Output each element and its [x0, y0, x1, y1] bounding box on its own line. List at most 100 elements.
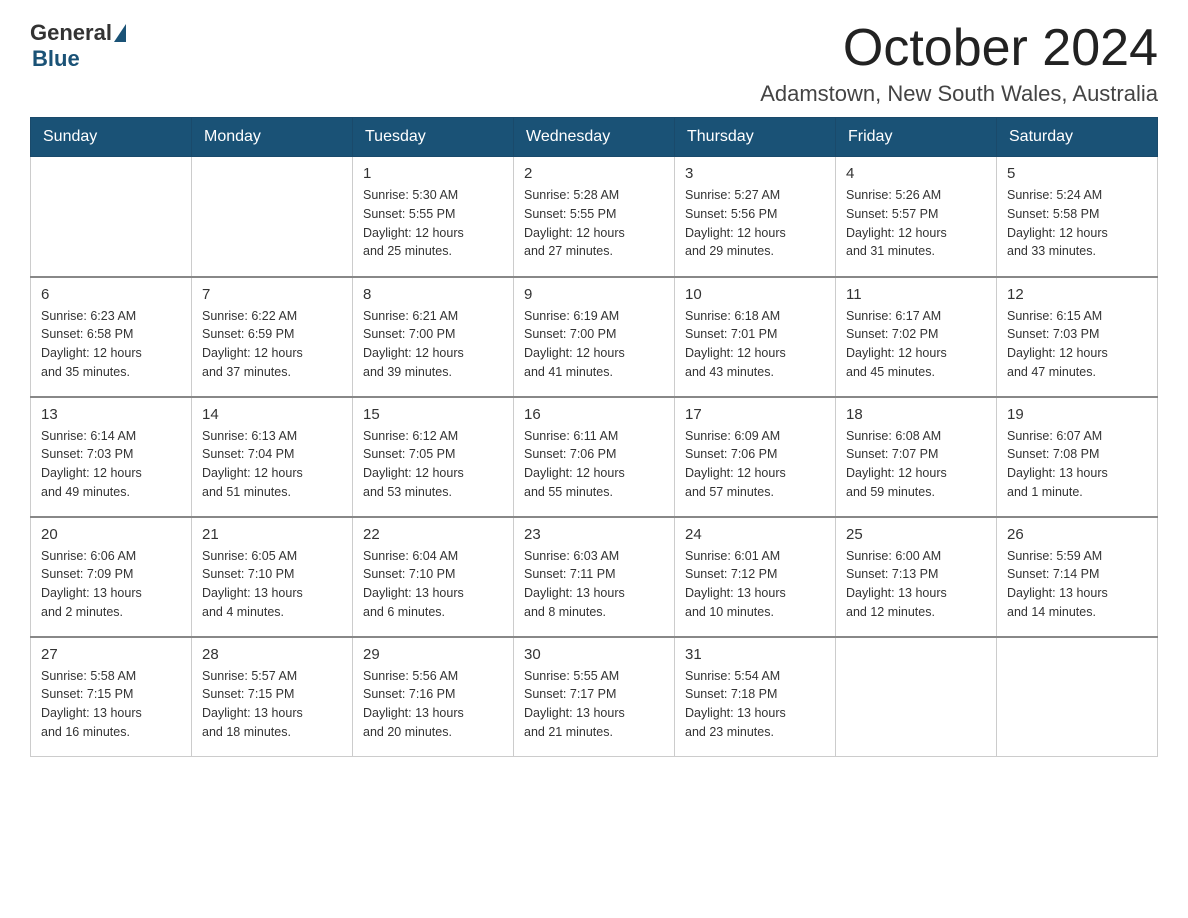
calendar-week-row: 27Sunrise: 5:58 AMSunset: 7:15 PMDayligh…	[31, 637, 1158, 757]
calendar-cell: 27Sunrise: 5:58 AMSunset: 7:15 PMDayligh…	[31, 637, 192, 757]
day-number: 22	[363, 526, 503, 543]
day-info: Sunrise: 6:04 AMSunset: 7:10 PMDaylight:…	[363, 547, 503, 622]
calendar-cell: 19 Sunrise: 6:07 AMSunset: 7:08 PMDayligh…	[997, 397, 1158, 517]
day-info: Sunrise: 6:23 AMSunset: 6:58 PMDaylight:…	[41, 307, 181, 382]
day-number: 1	[363, 165, 503, 182]
calendar-cell: 1 Sunrise: 5:30 AMSunset: 5:55 PMDaylight…	[353, 157, 514, 277]
day-number: 11	[846, 286, 986, 303]
day-number: 6	[41, 286, 181, 303]
day-number: 8	[363, 286, 503, 303]
day-number: 20	[41, 526, 181, 543]
calendar-cell: 3 Sunrise: 5:27 AMSunset: 5:56 PMDaylight…	[675, 157, 836, 277]
day-info: Sunrise: 6:15 AMSunset: 7:03 PMDaylight:…	[1007, 307, 1147, 382]
calendar-cell: 26 Sunrise: 5:59 AMSunset: 7:14 PMDayligh…	[997, 517, 1158, 637]
day-number: 19	[1007, 406, 1147, 423]
calendar-cell	[31, 157, 192, 277]
day-number: 15	[363, 406, 503, 423]
day-info: Sunrise: 5:54 AMSunset: 7:18 PMDaylight:…	[685, 667, 825, 742]
calendar-cell: 31 Sunrise: 5:54 AMSunset: 7:18 PMDayligh…	[675, 637, 836, 757]
weekday-header-wednesday: Wednesday	[514, 118, 675, 157]
day-info: Sunrise: 6:06 AMSunset: 7:09 PMDaylight:…	[41, 547, 181, 622]
month-title: October 2024	[760, 20, 1158, 77]
calendar-cell: 8 Sunrise: 6:21 AMSunset: 7:00 PMDaylight…	[353, 277, 514, 397]
calendar-cell: 29Sunrise: 5:56 AMSunset: 7:16 PMDayligh…	[353, 637, 514, 757]
weekday-header-friday: Friday	[836, 118, 997, 157]
title-area: October 2024 Adamstown, New South Wales,…	[760, 20, 1158, 107]
day-info: Sunrise: 5:27 AMSunset: 5:56 PMDaylight:…	[685, 186, 825, 261]
day-number: 4	[846, 165, 986, 182]
weekday-header-saturday: Saturday	[997, 118, 1158, 157]
day-number: 28	[202, 646, 342, 663]
day-info: Sunrise: 5:30 AMSunset: 5:55 PMDaylight:…	[363, 186, 503, 261]
calendar-cell: 10Sunrise: 6:18 AMSunset: 7:01 PMDayligh…	[675, 277, 836, 397]
day-info: Sunrise: 5:57 AMSunset: 7:15 PMDaylight:…	[202, 667, 342, 742]
calendar-cell: 12 Sunrise: 6:15 AMSunset: 7:03 PMDayligh…	[997, 277, 1158, 397]
calendar-cell: 17Sunrise: 6:09 AMSunset: 7:06 PMDayligh…	[675, 397, 836, 517]
day-number: 14	[202, 406, 342, 423]
calendar-cell	[997, 637, 1158, 757]
calendar-cell: 4 Sunrise: 5:26 AMSunset: 5:57 PMDaylight…	[836, 157, 997, 277]
calendar-cell: 21 Sunrise: 6:05 AMSunset: 7:10 PMDayligh…	[192, 517, 353, 637]
day-number: 26	[1007, 526, 1147, 543]
calendar-cell: 13 Sunrise: 6:14 AMSunset: 7:03 PMDayligh…	[31, 397, 192, 517]
header: General Blue October 2024 Adamstown, New…	[30, 20, 1158, 107]
day-info: Sunrise: 5:59 AMSunset: 7:14 PMDaylight:…	[1007, 547, 1147, 622]
day-info: Sunrise: 6:07 AMSunset: 7:08 PMDaylight:…	[1007, 427, 1147, 502]
calendar-cell: 6 Sunrise: 6:23 AMSunset: 6:58 PMDaylight…	[31, 277, 192, 397]
day-info: Sunrise: 6:21 AMSunset: 7:00 PMDaylight:…	[363, 307, 503, 382]
day-info: Sunrise: 5:55 AMSunset: 7:17 PMDaylight:…	[524, 667, 664, 742]
day-info: Sunrise: 6:05 AMSunset: 7:10 PMDaylight:…	[202, 547, 342, 622]
calendar-cell: 23 Sunrise: 6:03 AMSunset: 7:11 PMDayligh…	[514, 517, 675, 637]
day-number: 23	[524, 526, 664, 543]
calendar-week-row: 6 Sunrise: 6:23 AMSunset: 6:58 PMDaylight…	[31, 277, 1158, 397]
calendar-cell: 2 Sunrise: 5:28 AMSunset: 5:55 PMDaylight…	[514, 157, 675, 277]
day-number: 9	[524, 286, 664, 303]
calendar-cell: 22 Sunrise: 6:04 AMSunset: 7:10 PMDayligh…	[353, 517, 514, 637]
day-info: Sunrise: 6:17 AMSunset: 7:02 PMDaylight:…	[846, 307, 986, 382]
calendar-week-row: 1 Sunrise: 5:30 AMSunset: 5:55 PMDaylight…	[31, 157, 1158, 277]
weekday-header-monday: Monday	[192, 118, 353, 157]
day-number: 5	[1007, 165, 1147, 182]
day-info: Sunrise: 5:56 AMSunset: 7:16 PMDaylight:…	[363, 667, 503, 742]
day-number: 13	[41, 406, 181, 423]
calendar-cell: 24 Sunrise: 6:01 AMSunset: 7:12 PMDayligh…	[675, 517, 836, 637]
calendar-cell: 25 Sunrise: 6:00 AMSunset: 7:13 PMDayligh…	[836, 517, 997, 637]
day-info: Sunrise: 6:14 AMSunset: 7:03 PMDaylight:…	[41, 427, 181, 502]
calendar-cell: 15 Sunrise: 6:12 AMSunset: 7:05 PMDayligh…	[353, 397, 514, 517]
weekday-header-sunday: Sunday	[31, 118, 192, 157]
day-info: Sunrise: 6:03 AMSunset: 7:11 PMDaylight:…	[524, 547, 664, 622]
day-info: Sunrise: 5:28 AMSunset: 5:55 PMDaylight:…	[524, 186, 664, 261]
day-info: Sunrise: 5:26 AMSunset: 5:57 PMDaylight:…	[846, 186, 986, 261]
logo-blue-text: Blue	[32, 46, 80, 71]
day-info: Sunrise: 6:13 AMSunset: 7:04 PMDaylight:…	[202, 427, 342, 502]
day-number: 31	[685, 646, 825, 663]
day-number: 12	[1007, 286, 1147, 303]
calendar-week-row: 13 Sunrise: 6:14 AMSunset: 7:03 PMDayligh…	[31, 397, 1158, 517]
calendar-cell: 30 Sunrise: 5:55 AMSunset: 7:17 PMDayligh…	[514, 637, 675, 757]
day-number: 2	[524, 165, 664, 182]
calendar-cell: 16Sunrise: 6:11 AMSunset: 7:06 PMDayligh…	[514, 397, 675, 517]
day-info: Sunrise: 6:12 AMSunset: 7:05 PMDaylight:…	[363, 427, 503, 502]
day-info: Sunrise: 6:11 AMSunset: 7:06 PMDaylight:…	[524, 427, 664, 502]
calendar-cell: 14 Sunrise: 6:13 AMSunset: 7:04 PMDayligh…	[192, 397, 353, 517]
calendar-cell: 18Sunrise: 6:08 AMSunset: 7:07 PMDayligh…	[836, 397, 997, 517]
day-info: Sunrise: 6:08 AMSunset: 7:07 PMDaylight:…	[846, 427, 986, 502]
calendar-week-row: 20 Sunrise: 6:06 AMSunset: 7:09 PMDayligh…	[31, 517, 1158, 637]
weekday-header-tuesday: Tuesday	[353, 118, 514, 157]
day-info: Sunrise: 6:01 AMSunset: 7:12 PMDaylight:…	[685, 547, 825, 622]
calendar-cell: 11 Sunrise: 6:17 AMSunset: 7:02 PMDayligh…	[836, 277, 997, 397]
day-number: 21	[202, 526, 342, 543]
day-info: Sunrise: 6:22 AMSunset: 6:59 PMDaylight:…	[202, 307, 342, 382]
logo: General Blue	[30, 20, 128, 72]
day-info: Sunrise: 5:24 AMSunset: 5:58 PMDaylight:…	[1007, 186, 1147, 261]
day-number: 30	[524, 646, 664, 663]
day-number: 25	[846, 526, 986, 543]
calendar-cell: 7 Sunrise: 6:22 AMSunset: 6:59 PMDaylight…	[192, 277, 353, 397]
logo-triangle-icon	[114, 24, 126, 42]
logo-general-text: General	[30, 20, 112, 46]
day-info: Sunrise: 6:00 AMSunset: 7:13 PMDaylight:…	[846, 547, 986, 622]
calendar-table: SundayMondayTuesdayWednesdayThursdayFrid…	[30, 117, 1158, 757]
day-number: 7	[202, 286, 342, 303]
day-number: 3	[685, 165, 825, 182]
day-number: 24	[685, 526, 825, 543]
